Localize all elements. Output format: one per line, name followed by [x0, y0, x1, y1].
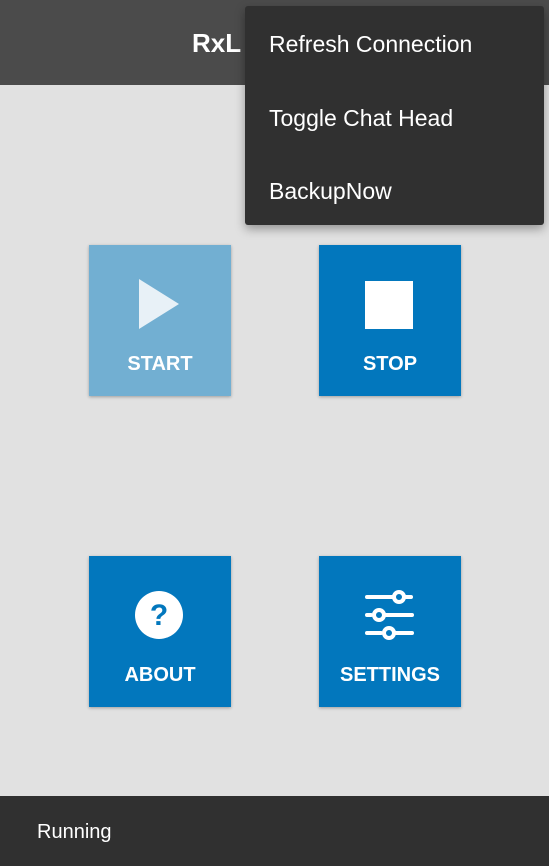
app-title: RxL — [192, 28, 242, 58]
menu-item-toggle-chat-head[interactable]: Toggle Chat Head — [269, 105, 453, 132]
overflow-menu: Refresh Connection Toggle Chat Head Back… — [245, 6, 544, 225]
stop-icon — [365, 281, 413, 329]
sliders-icon — [365, 590, 414, 640]
stop-label: STOP — [362, 353, 418, 375]
settings-label: SETTINGS — [339, 664, 440, 686]
status-text: Running — [37, 821, 112, 843]
svg-text:?: ? — [150, 599, 168, 632]
help-icon: ? — [135, 591, 183, 639]
start-button[interactable]: START — [89, 245, 231, 396]
settings-button[interactable]: SETTINGS — [319, 556, 461, 707]
status-bar: Running — [0, 796, 549, 866]
menu-item-refresh-connection[interactable]: Refresh Connection — [269, 31, 472, 58]
about-label: ABOUT — [124, 664, 196, 686]
play-icon — [139, 279, 179, 329]
menu-item-backup-now[interactable]: BackupNow — [269, 178, 392, 205]
start-label: START — [127, 353, 193, 375]
stop-button[interactable]: STOP — [319, 245, 461, 396]
about-button[interactable]: ? ABOUT — [89, 556, 231, 707]
